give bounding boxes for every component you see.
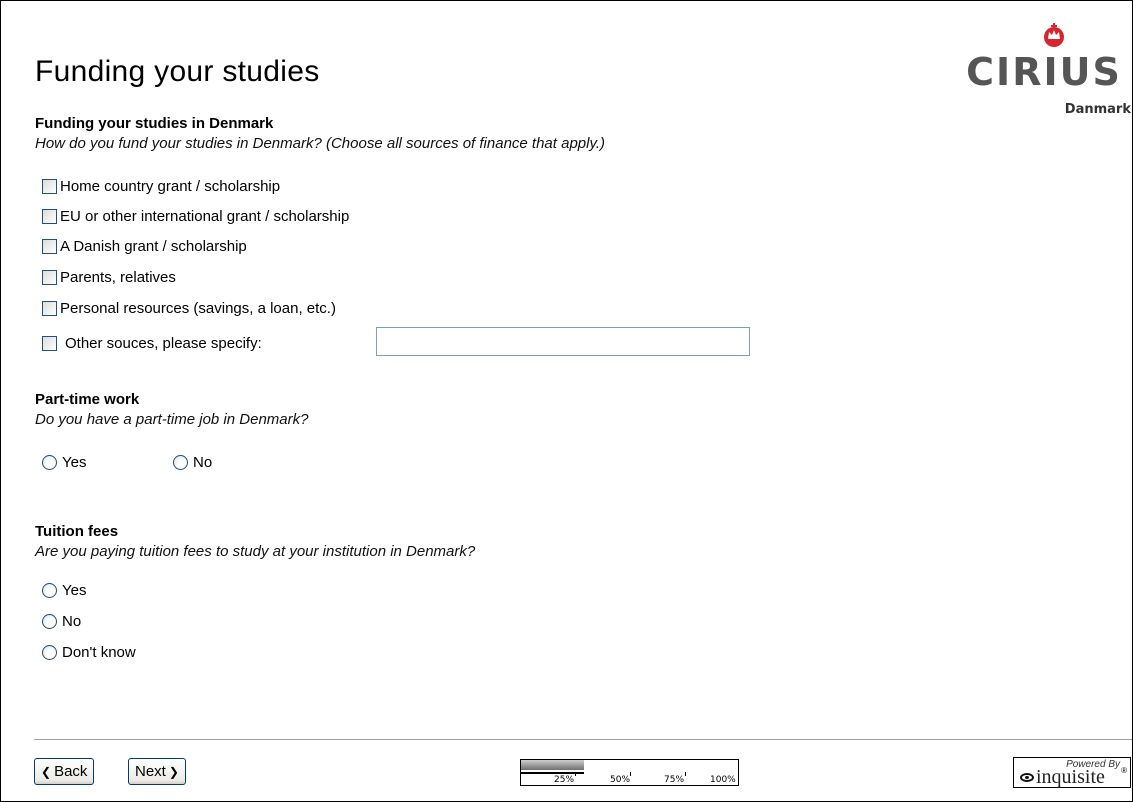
progress-tick <box>685 772 686 776</box>
funding-option-other[interactable]: Other souces, please specify: <box>42 333 262 353</box>
parttime-option-no[interactable]: No <box>173 452 212 472</box>
inquisite-wordmark: inquisite <box>1036 766 1105 788</box>
next-button[interactable]: Next ❯ <box>128 758 186 785</box>
page-title: Funding your studies <box>35 55 320 88</box>
checkbox[interactable] <box>42 300 57 316</box>
funding-option-personal[interactable]: Personal resources (savings, a loan, etc… <box>42 298 336 318</box>
parttime-question: Do you have a part-time job in Denmark? <box>35 411 309 428</box>
logo-brand: CIRIUS <box>966 50 1122 94</box>
option-label: Other souces, please specify: <box>65 334 262 352</box>
progress-tick <box>575 772 576 776</box>
progress-fill <box>521 760 584 770</box>
checkbox[interactable] <box>42 335 57 351</box>
funding-option-danish-grant[interactable]: A Danish grant / scholarship <box>42 236 247 256</box>
radio-button[interactable] <box>42 644 57 660</box>
cirius-logo: CIRIUS Danmark <box>955 22 1133 122</box>
radio-button[interactable] <box>42 582 57 598</box>
crown-icon <box>1044 23 1064 47</box>
option-label: A Danish grant / scholarship <box>60 237 247 255</box>
progress-label: 100% <box>710 775 736 785</box>
back-label: Back <box>54 763 88 780</box>
checkbox[interactable] <box>42 178 57 194</box>
option-label: Yes <box>62 453 87 471</box>
progress-label: 50% <box>610 775 631 785</box>
funding-option-home-grant[interactable]: Home country grant / scholarship <box>42 176 280 196</box>
footer-divider <box>34 739 1132 741</box>
other-sources-input[interactable] <box>376 327 750 356</box>
option-label: Parents, relatives <box>60 268 176 286</box>
checkbox[interactable] <box>42 208 57 224</box>
chevron-left-icon: ❮ <box>41 764 52 779</box>
tuition-option-no[interactable]: No <box>42 611 81 631</box>
registered-mark: ® <box>1121 766 1127 775</box>
option-label: Yes <box>62 581 87 599</box>
radio-button[interactable] <box>42 454 57 470</box>
funding-heading: Funding your studies in Denmark <box>35 115 274 132</box>
parttime-heading: Part-time work <box>35 391 140 408</box>
option-label: Personal resources (savings, a loan, etc… <box>60 299 336 317</box>
option-label: EU or other international grant / schola… <box>60 207 350 225</box>
powered-by-badge[interactable]: Powered By inquisite ® <box>1013 757 1131 788</box>
radio-button[interactable] <box>173 454 188 470</box>
funding-option-parents[interactable]: Parents, relatives <box>42 267 176 287</box>
option-label: No <box>193 453 213 471</box>
next-label: Next <box>135 763 166 780</box>
option-label: No <box>62 612 82 630</box>
checkbox[interactable] <box>42 238 57 254</box>
progress-label: 75% <box>664 775 685 785</box>
tuition-option-dont-know[interactable]: Don't know <box>42 642 136 662</box>
progress-bar: 25% 50% 75% 100% <box>520 759 739 786</box>
funding-question: How do you fund your studies in Denmark?… <box>35 135 606 152</box>
chevron-right-icon: ❯ <box>168 764 179 779</box>
tuition-heading: Tuition fees <box>35 523 119 540</box>
tuition-question: Are you paying tuition fees to study at … <box>35 543 476 560</box>
back-button[interactable]: ❮ Back <box>34 758 95 785</box>
progress-tick <box>630 772 631 776</box>
option-label: Home country grant / scholarship <box>60 177 281 195</box>
logo-country: Danmark <box>1064 102 1131 117</box>
progress-label: 25% <box>554 775 575 785</box>
tuition-option-yes[interactable]: Yes <box>42 580 86 600</box>
option-label: Don't know <box>62 643 136 661</box>
checkbox[interactable] <box>42 269 57 285</box>
eye-icon <box>1020 773 1034 782</box>
funding-option-eu-grant[interactable]: EU or other international grant / schola… <box>42 206 349 226</box>
parttime-option-yes[interactable]: Yes <box>42 452 86 472</box>
radio-button[interactable] <box>42 613 57 629</box>
